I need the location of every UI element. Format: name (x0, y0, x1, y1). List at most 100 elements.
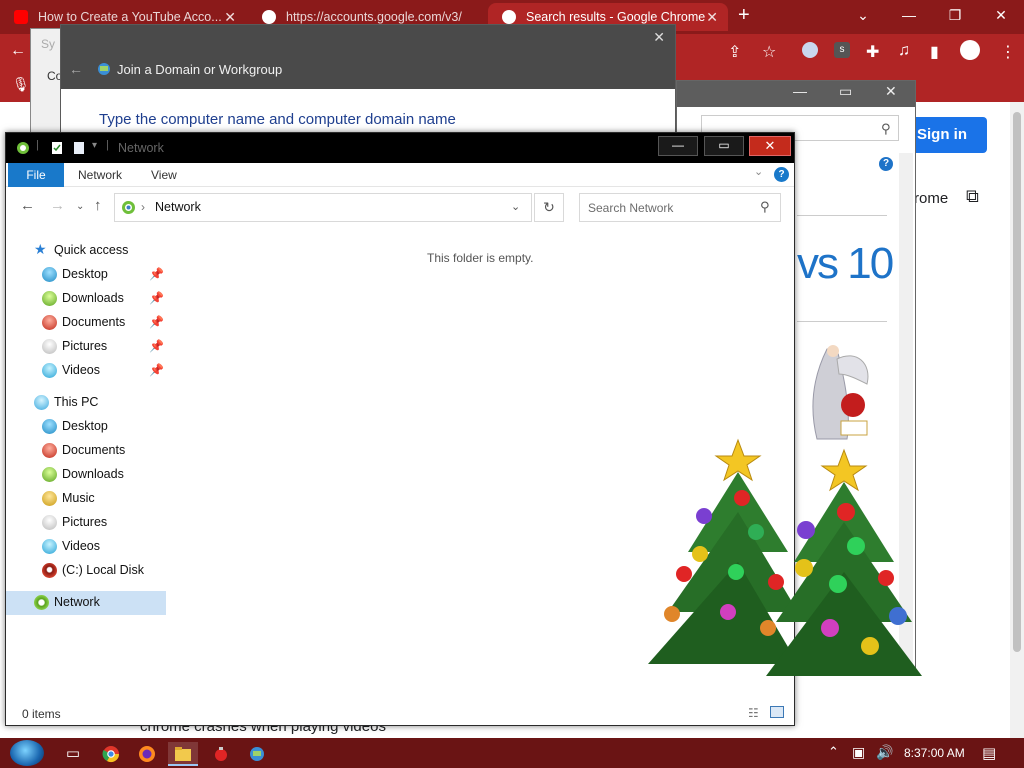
nav-quick-documents[interactable]: Documents 📌 (6, 311, 166, 335)
nav-pc-downloads[interactable]: Downloads (6, 463, 166, 487)
tab-search-icon[interactable]: ⌄ (840, 0, 886, 32)
media-control-icon[interactable]: ♫ (898, 42, 910, 60)
page-scrollbar[interactable] (1010, 102, 1024, 740)
christmas-tree-decoration (766, 448, 922, 676)
address-dropdown-icon[interactable]: ⌄ (511, 200, 520, 213)
navigation-bar: ← → ⌄ ↑ › Network ⌄ ↻ ⚲ (6, 187, 794, 227)
forward-icon[interactable]: → (50, 197, 65, 214)
chrome-taskbar-icon[interactable] (96, 742, 126, 766)
address-bar[interactable]: › Network ⌄ (114, 193, 532, 222)
star-icon: ★ (34, 241, 47, 257)
window-titlebar: — ▭ ✕ (677, 81, 915, 107)
sign-in-button[interactable]: Sign in (907, 117, 987, 153)
share-icon[interactable]: ⇪ (728, 42, 741, 62)
breadcrumb-network[interactable]: Network (155, 200, 201, 214)
nav-quick-videos[interactable]: Videos 📌 (6, 359, 166, 383)
nav-pc-documents[interactable]: Documents (6, 439, 166, 463)
microphone-icon[interactable]: 🎙 (12, 76, 30, 93)
nav-pc-music[interactable]: Music (6, 487, 166, 511)
network-status-icon[interactable]: ▣ (852, 744, 865, 761)
side-panel-icon[interactable]: ▮ (930, 42, 939, 62)
close-button[interactable]: ✕ (978, 0, 1024, 32)
up-arrow-icon[interactable]: ↑ (94, 197, 102, 214)
item-count: 0 items (22, 707, 61, 721)
videos-icon (42, 539, 57, 554)
search-icon[interactable]: ⚲ (760, 199, 770, 215)
search-box[interactable]: ⚲ (579, 193, 781, 222)
bookmark-star-icon[interactable]: ☆ (762, 42, 776, 62)
youtube-icon (14, 10, 28, 24)
refresh-button[interactable]: ↻ (534, 193, 564, 222)
nav-this-pc[interactable]: This PC (6, 391, 166, 415)
pin-icon[interactable]: 📌 (149, 291, 164, 305)
start-button[interactable] (10, 740, 44, 766)
scrollbar-thumb[interactable] (1013, 112, 1021, 652)
nav-pc-pictures[interactable]: Pictures (6, 511, 166, 535)
close-icon[interactable]: ✕ (706, 3, 718, 31)
extensions-puzzle-icon[interactable]: ✚ (866, 42, 879, 62)
open-chrome-link[interactable]: rome (914, 190, 948, 207)
notifications-icon[interactable]: ▤ (982, 744, 996, 762)
nav-pc-desktop[interactable]: Desktop (6, 415, 166, 439)
nav-label: Downloads (62, 467, 124, 481)
taskbar-clock[interactable]: 8:37:00 AM (904, 746, 965, 760)
new-tab-button[interactable]: + (738, 4, 750, 27)
expand-ribbon-icon[interactable]: ⌄ (754, 165, 763, 178)
close-button[interactable]: ✕ (653, 29, 665, 46)
restore-button[interactable]: ❐ (932, 0, 978, 32)
properties-icon[interactable] (50, 141, 64, 155)
help-icon[interactable]: ? (774, 167, 789, 182)
tab-network[interactable]: Network (78, 163, 122, 187)
extension-s-icon[interactable]: s (834, 42, 850, 58)
close-button[interactable]: ✕ (885, 83, 897, 100)
nav-label: Documents (62, 315, 126, 329)
breadcrumb-chevron-icon[interactable]: › (141, 200, 145, 214)
maximize-button[interactable]: ▭ (704, 136, 744, 156)
details-view-icon[interactable]: ☷ (748, 706, 759, 720)
ornament-app-taskbar-icon[interactable] (206, 742, 236, 766)
minimize-button[interactable]: — (886, 0, 932, 32)
volume-icon[interactable]: 🔊 (876, 744, 893, 761)
show-hidden-icons-chevron[interactable]: ⌃ (828, 744, 839, 760)
recent-locations-icon[interactable]: ⌄ (76, 201, 84, 212)
back-arrow-icon[interactable]: ← (69, 61, 83, 77)
pin-icon[interactable]: 📌 (149, 267, 164, 281)
back-icon[interactable]: ← (10, 42, 26, 60)
pin-icon[interactable]: 📌 (149, 363, 164, 377)
external-link-icon[interactable]: ⧉ (966, 186, 979, 207)
nav-quick-desktop[interactable]: Desktop 📌 (6, 263, 166, 287)
file-explorer-taskbar-icon[interactable] (168, 742, 198, 766)
task-view-icon[interactable]: ▭ (58, 742, 88, 766)
large-icons-view-icon[interactable] (770, 706, 784, 718)
chrome-menu-icon[interactable]: ⋮ (1000, 42, 1016, 62)
search-input[interactable] (581, 195, 751, 220)
ornament-icon (215, 747, 227, 761)
windows-taskbar: ▭ ⌃ ▣ 🔊 8:37:00 AM ▤ (0, 738, 1024, 768)
help-icon[interactable]: ? (879, 157, 893, 171)
network-wizard-taskbar-icon[interactable] (242, 742, 272, 766)
tab-view[interactable]: View (151, 163, 177, 187)
back-icon[interactable]: ← (20, 197, 35, 214)
minimize-button[interactable]: — (793, 83, 807, 99)
nav-quick-pictures[interactable]: Pictures 📌 (6, 335, 166, 359)
nav-quick-access[interactable]: ★ Quick access (6, 239, 166, 263)
new-folder-icon[interactable] (72, 141, 86, 155)
nav-pc-local-disk[interactable]: (C:) Local Disk (6, 559, 166, 583)
close-button[interactable]: ✕ (749, 136, 791, 156)
nav-quick-downloads[interactable]: Downloads 📌 (6, 287, 166, 311)
nav-label: Desktop (62, 267, 108, 281)
firefox-taskbar-icon[interactable] (132, 742, 162, 766)
network-icon (34, 595, 49, 610)
pin-icon[interactable]: 📌 (149, 315, 164, 329)
pin-icon[interactable]: 📌 (149, 339, 164, 353)
search-icon[interactable]: ⚲ (881, 121, 891, 137)
customize-quick-access-icon[interactable]: ▾ (92, 140, 106, 154)
downloads-icon (42, 467, 57, 482)
minimize-button[interactable]: — (658, 136, 698, 156)
profile-avatar[interactable] (960, 40, 980, 60)
nav-pc-videos[interactable]: Videos (6, 535, 166, 559)
extension-flag-icon[interactable] (802, 42, 818, 58)
tab-file[interactable]: File (8, 163, 64, 187)
maximize-button[interactable]: ▭ (839, 83, 852, 100)
nav-network[interactable]: Network (6, 591, 166, 615)
